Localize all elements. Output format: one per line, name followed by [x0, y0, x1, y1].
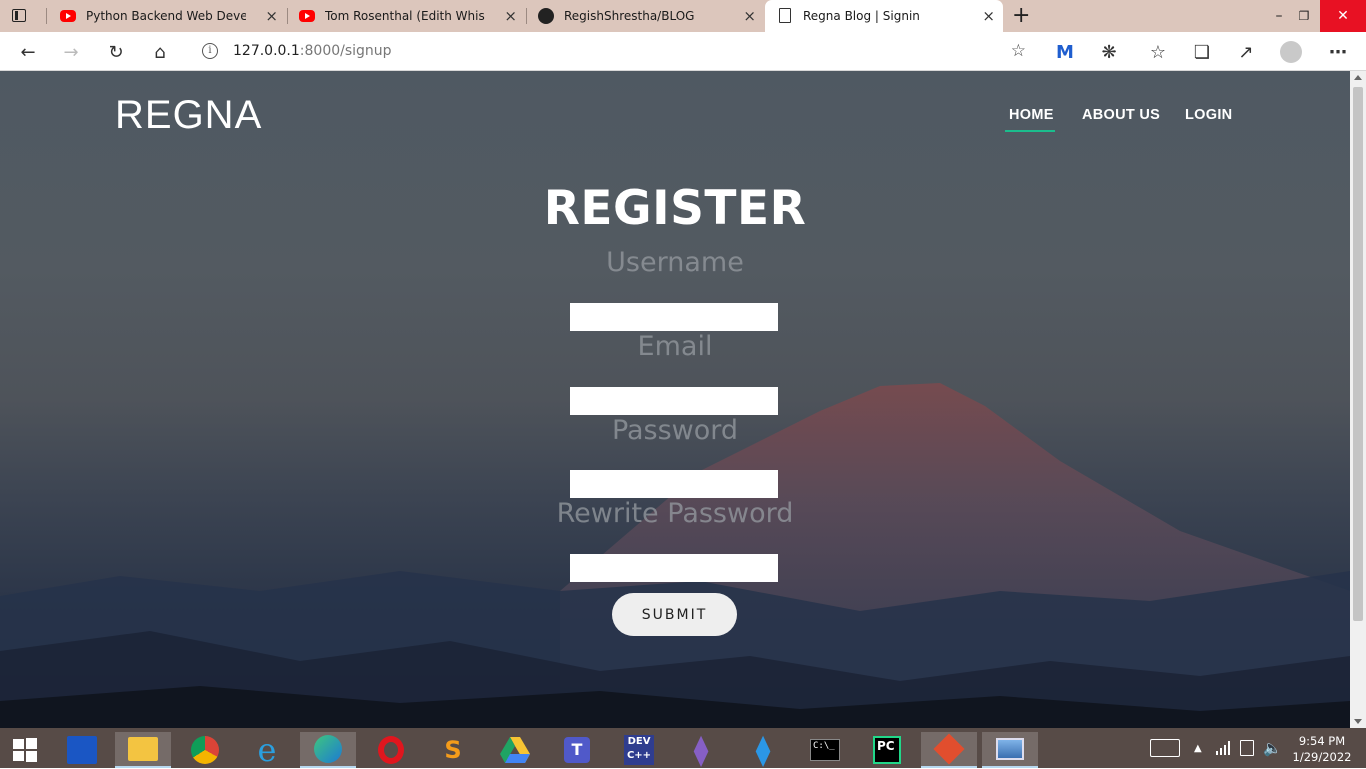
- username-label: Username: [606, 247, 744, 278]
- site-logo[interactable]: REGNA: [115, 93, 262, 138]
- restore-icon[interactable]: ❐: [1290, 0, 1318, 32]
- more-menu-icon[interactable]: ⋯: [1326, 40, 1350, 64]
- tab-close-icon[interactable]: ×: [982, 8, 995, 24]
- favorites-icon[interactable]: ☆: [1146, 40, 1170, 64]
- tab-python-backend[interactable]: Python Backend Web Developme ×: [48, 0, 286, 32]
- sublime-text-icon[interactable]: S: [425, 732, 481, 768]
- home-icon[interactable]: ⌂: [148, 40, 172, 64]
- edge-icon[interactable]: [300, 732, 356, 768]
- page-scrollbar[interactable]: [1350, 71, 1366, 728]
- browser-toolbar: ← → ↻ ⌂ i 127.0.0.1:8000/signup ☆ M ❋ ☆ …: [0, 32, 1366, 71]
- volume-icon[interactable]: 🔈: [1263, 728, 1282, 768]
- chrome-icon[interactable]: [177, 732, 233, 768]
- password-input[interactable]: [570, 470, 778, 498]
- onedrive-icon[interactable]: [54, 732, 110, 768]
- tab-title: Tom Rosenthal (Edith Whiskers) -: [325, 9, 485, 23]
- clock-time: 9:54 PM: [1298, 734, 1346, 748]
- share-icon[interactable]: ↗: [1234, 40, 1258, 64]
- password-label: Password: [611, 415, 739, 446]
- nav-home-link[interactable]: HOME: [1009, 107, 1054, 123]
- tab-github-blog[interactable]: RegishShrestha/BLOG ×: [526, 0, 764, 32]
- scroll-up-icon[interactable]: [1354, 75, 1362, 80]
- nav-active-indicator: [1005, 130, 1055, 132]
- scroll-thumb[interactable]: [1353, 87, 1363, 621]
- tab-separator: [46, 8, 47, 24]
- tab-title: RegishShrestha/BLOG: [564, 9, 695, 23]
- submit-button[interactable]: SUBMIT: [612, 593, 737, 636]
- new-tab-button[interactable]: +: [1012, 3, 1030, 28]
- scroll-down-icon[interactable]: [1354, 719, 1362, 724]
- battery-icon[interactable]: [1240, 728, 1254, 768]
- extensions-puzzle-icon[interactable]: ❋: [1097, 40, 1121, 64]
- tab-title: Regna Blog | Signin: [803, 9, 920, 23]
- nav-about-link[interactable]: ABOUT US: [1082, 107, 1160, 123]
- email-input[interactable]: [570, 387, 778, 415]
- tab-strip: Python Backend Web Developme × Tom Rosen…: [0, 0, 1366, 32]
- refresh-icon[interactable]: ↻: [104, 40, 128, 64]
- tab-close-icon[interactable]: ×: [504, 8, 517, 24]
- youtube-icon: [60, 10, 76, 22]
- profile-avatar-icon[interactable]: [1279, 40, 1303, 64]
- add-favorite-icon[interactable]: ☆: [1011, 41, 1026, 61]
- window-close-icon[interactable]: ✕: [1320, 0, 1366, 32]
- vscode-icon[interactable]: ⧫: [735, 732, 791, 768]
- clock-date: 1/29/2022: [1292, 750, 1352, 764]
- tab-tom-rosenthal[interactable]: Tom Rosenthal (Edith Whiskers) - ×: [287, 0, 525, 32]
- address-url[interactable]: 127.0.0.1:8000/signup: [233, 43, 392, 59]
- network-icon[interactable]: [1216, 728, 1232, 768]
- file-explorer-icon[interactable]: [115, 732, 171, 768]
- dev-cpp-icon[interactable]: DEV C++: [611, 732, 667, 768]
- pycharm-icon[interactable]: PC: [859, 732, 915, 768]
- tab-close-icon[interactable]: ×: [743, 8, 756, 24]
- tab-regna-signin[interactable]: Regna Blog | Signin ×: [765, 0, 1003, 32]
- command-prompt-icon[interactable]: C:\_: [797, 732, 853, 768]
- address-bar[interactable]: i 127.0.0.1:8000/signup ☆: [188, 36, 1036, 67]
- rewrite-password-input[interactable]: [570, 554, 778, 582]
- site-info-icon[interactable]: i: [202, 43, 218, 59]
- youtube-icon: [299, 10, 315, 22]
- internet-explorer-icon[interactable]: e: [239, 731, 295, 769]
- visual-studio-icon[interactable]: ⧫: [673, 732, 729, 768]
- register-title: REGISTER: [543, 181, 807, 236]
- google-drive-icon[interactable]: [487, 732, 543, 768]
- nav-login-link[interactable]: LOGIN: [1185, 107, 1232, 123]
- github-icon: [538, 8, 554, 24]
- page-viewport: REGNA HOME ABOUT US LOGIN REGISTER Usern…: [0, 71, 1350, 728]
- email-label: Email: [637, 331, 713, 362]
- rewrite-password-label: Rewrite Password: [556, 498, 794, 529]
- windows-start-icon[interactable]: [0, 732, 50, 768]
- tab-actions-icon[interactable]: [10, 7, 28, 25]
- git-gui-icon[interactable]: [921, 732, 977, 768]
- windows-taskbar: e S T DEV C++ ⧫ ⧫ C:\_ PC ▲ 🔈 9:54 PM 1/2…: [0, 728, 1366, 769]
- back-arrow-icon[interactable]: ←: [16, 40, 40, 64]
- document-icon: [779, 8, 791, 23]
- touch-keyboard-icon[interactable]: [1150, 728, 1180, 768]
- photos-icon[interactable]: [982, 732, 1038, 768]
- tab-close-icon[interactable]: ×: [265, 8, 278, 24]
- forward-arrow-icon[interactable]: →: [59, 40, 83, 64]
- tab-title: Python Backend Web Developme: [86, 9, 246, 23]
- teams-icon[interactable]: T: [549, 732, 605, 768]
- show-hidden-icons-icon[interactable]: ▲: [1194, 728, 1202, 768]
- username-input[interactable]: [570, 303, 778, 331]
- malwarebytes-extension-icon[interactable]: M: [1053, 40, 1077, 64]
- opera-icon[interactable]: [363, 732, 419, 768]
- taskbar-clock[interactable]: 9:54 PM 1/29/2022: [1287, 733, 1357, 765]
- collections-icon[interactable]: ❏: [1190, 40, 1214, 64]
